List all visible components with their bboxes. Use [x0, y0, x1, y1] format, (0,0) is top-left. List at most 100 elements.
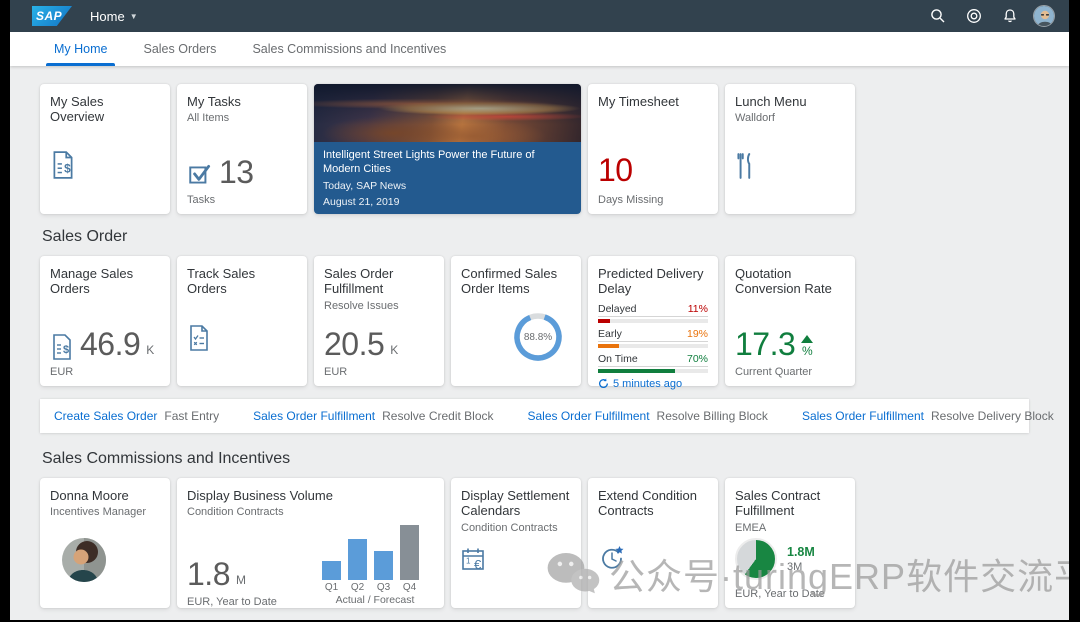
shell-title-label: Home — [90, 8, 125, 24]
bar-q1 — [322, 561, 341, 581]
section-heading-sales-order: Sales Order — [42, 228, 128, 245]
search-button[interactable] — [925, 3, 951, 29]
tile-sales-contract-fulfillment[interactable]: Sales Contract Fulfillment EMEA 1.8M 3M … — [725, 478, 855, 608]
contract-actual-value: 1.8M — [787, 544, 815, 559]
tile-footer: Tasks — [187, 194, 216, 206]
contract-values: 1.8M 3M — [787, 545, 815, 573]
news-date: August 21, 2019 — [323, 195, 400, 208]
bar-chart-bars — [316, 518, 434, 581]
manage-sales-orders-value: 46.9 — [80, 326, 141, 362]
delivery-bar-track — [598, 318, 708, 323]
sales-order-fulfillment-link[interactable]: Sales Order Fulfillment — [253, 409, 375, 423]
tile-subtitle: EMEA — [735, 521, 767, 534]
section-heading-commissions: Sales Commissions and Incentives — [42, 450, 291, 467]
x-label: Q2 — [350, 582, 365, 594]
tile-title: My Sales Overview — [50, 94, 105, 125]
commissions-tile-row: Donna Moore Incentives Manager Display B… — [40, 478, 1039, 608]
bar-chart-x-labels: Q1 Q2 Q3 Q4 — [316, 582, 434, 593]
create-sales-order-link[interactable]: Create Sales Order — [54, 409, 157, 423]
tile-title: My Tasks — [187, 94, 241, 109]
quick-links-strip: Create Sales Order Fast Entry Sales Orde… — [40, 399, 1054, 433]
news-overlay: Intelligent Street Lights Power the Futu… — [314, 141, 581, 214]
sales-order-icon: $ — [53, 334, 71, 360]
refresh-status[interactable]: 5 minutes ago — [598, 378, 708, 390]
shell-header: SAP Home ▼ — [10, 0, 1069, 32]
svg-text:$: $ — [63, 344, 69, 356]
link-group-resolve-delivery-block: Sales Order Fulfillment Resolve Delivery… — [802, 409, 1054, 423]
order-tracking-icon — [187, 325, 297, 356]
quotation-trend: % — [801, 335, 814, 360]
kpi-row: 17.3 % — [735, 328, 845, 360]
tile-my-tasks[interactable]: My Tasks All Items 13 Tasks — [177, 84, 307, 214]
tile-predicted-delivery-delay[interactable]: Predicted Delivery Delay Delayed 11% Earl… — [588, 256, 718, 390]
tile-title: My Timesheet — [598, 94, 679, 109]
tile-subtitle: Incentives Manager — [50, 506, 146, 519]
tile-lunch-menu[interactable]: Lunch Menu Walldorf — [725, 84, 855, 214]
delivery-row-early: Early 19% — [598, 328, 708, 348]
tile-confirmed-sales-order-items[interactable]: Confirmed Sales Order Items 88.8% — [451, 256, 581, 386]
tile-my-timesheet[interactable]: My Timesheet 10 Days Missing — [588, 84, 718, 214]
extend-contract-icon — [598, 545, 708, 578]
home-navigation-menu[interactable]: Home ▼ — [90, 9, 138, 24]
sap-logo[interactable]: SAP — [32, 6, 72, 26]
link-description: Resolve Billing Block — [656, 409, 768, 423]
tile-title: Sales Contract Fulfillment — [735, 488, 821, 519]
link-description: Resolve Credit Block — [382, 409, 494, 423]
tab-sales-commissions-and-incentives[interactable]: Sales Commissions and Incentives — [240, 32, 458, 66]
tile-title: Lunch Menu — [735, 94, 807, 109]
tile-donna-moore[interactable]: Donna Moore Incentives Manager — [40, 478, 170, 608]
tile-display-settlement-calendars[interactable]: Display Settlement Calendars Condition C… — [451, 478, 581, 608]
delivery-bar-fill — [598, 318, 611, 323]
screenshot-stage: SAP Home ▼ My Home Sales Orders Sales Co… — [0, 0, 1080, 622]
link-group-resolve-billing-block: Sales Order Fulfillment Resolve Billing … — [528, 409, 768, 423]
tile-footer: EUR, Year to Date — [187, 596, 277, 609]
task-check-icon — [189, 164, 211, 184]
sap-logo-text: SAP — [36, 9, 63, 23]
fulfillment-value: 20.5 — [324, 326, 385, 362]
tile-track-sales-orders[interactable]: Track Sales Orders — [177, 256, 307, 386]
tile-footer: EUR — [324, 366, 348, 378]
tile-my-sales-overview[interactable]: My Sales Overview $ — [40, 84, 170, 214]
delivery-row-on-time: On Time 70% — [598, 353, 708, 373]
copilot-button[interactable] — [961, 3, 987, 29]
business-volume-value: 1.8 — [187, 556, 230, 593]
tile-extend-condition-contracts[interactable]: Extend Condition Contracts — [588, 478, 718, 608]
tile-sales-order-fulfillment[interactable]: Sales Order Fulfillment Resolve Issues 2… — [314, 256, 444, 386]
delivery-value: 70% — [686, 352, 708, 365]
sales-order-tile-row: Manage Sales Orders $ 46.9 K EUR Track S… — [40, 256, 1039, 390]
bar-q2 — [348, 539, 367, 581]
notifications-button[interactable] — [997, 3, 1023, 29]
tile-subtitle: All Items — [187, 112, 230, 125]
tile-title: Sales Order Fulfillment — [324, 266, 394, 297]
tile-display-business-volume[interactable]: Display Business Volume Condition Contra… — [177, 478, 444, 608]
svg-text:1: 1 — [466, 557, 471, 566]
refresh-icon — [599, 378, 608, 389]
tab-sales-orders[interactable]: Sales Orders — [131, 32, 228, 66]
tile-footer: Days Missing — [598, 194, 664, 206]
news-source: Today, SAP News — [323, 179, 407, 192]
kpi-row: $ 46.9 K — [50, 328, 160, 360]
sales-document-icon: $ — [50, 151, 160, 184]
tile-subtitle: Condition Contracts — [461, 521, 558, 534]
kpi-row: 1.8 M — [187, 558, 316, 590]
manager-avatar — [62, 538, 106, 582]
tile-title: Donna Moore — [50, 488, 129, 503]
tasks-count: 13 — [219, 154, 254, 190]
tile-footer: EUR, Year to Date — [735, 587, 825, 600]
link-description: Fast Entry — [164, 409, 220, 423]
trend-up-icon — [801, 335, 814, 343]
tile-manage-sales-orders[interactable]: Manage Sales Orders $ 46.9 K EUR — [40, 256, 170, 386]
user-avatar[interactable] — [1033, 5, 1055, 27]
tab-my-home[interactable]: My Home — [42, 32, 119, 66]
tile-quotation-conversion-rate[interactable]: Quotation Conversion Rate 17.3 % Current… — [725, 256, 855, 386]
delivery-bar-fill — [598, 343, 619, 348]
chevron-down-icon: ▼ — [129, 11, 138, 21]
kpi-unit: K — [390, 343, 399, 357]
copilot-icon — [967, 9, 981, 23]
news-headline: Intelligent Street Lights Power the Futu… — [323, 148, 535, 176]
sales-order-fulfillment-link[interactable]: Sales Order Fulfillment — [528, 409, 650, 423]
anchor-tab-bar: My Home Sales Orders Sales Commissions a… — [10, 32, 1069, 66]
sales-order-fulfillment-link[interactable]: Sales Order Fulfillment — [802, 409, 924, 423]
tile-sap-news[interactable]: Intelligent Street Lights Power the Futu… — [314, 84, 581, 214]
svg-text:€: € — [474, 557, 482, 572]
